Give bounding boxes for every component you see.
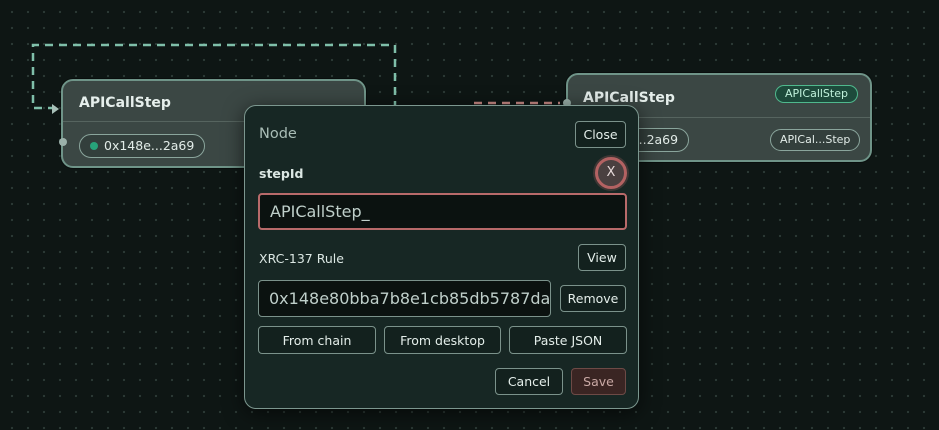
clear-step-id-button[interactable]: X (595, 157, 627, 189)
node-type-badge: APICallStep (775, 85, 858, 103)
node-title: APICallStep (79, 95, 171, 111)
rule-label: XRC-137 Rule (259, 251, 344, 266)
input-arrow-icon (52, 104, 59, 114)
close-button[interactable]: Close (575, 121, 626, 148)
remove-button[interactable]: Remove (560, 285, 626, 312)
save-button[interactable]: Save (571, 368, 626, 395)
address-text: 0x148e...2a69 (104, 138, 195, 153)
step-id-label: stepId (259, 166, 304, 181)
dialog-title: Node (259, 126, 297, 142)
type-pill[interactable]: APICal...Step (770, 129, 861, 151)
from-chain-button[interactable]: From chain (258, 326, 376, 354)
status-dot-icon (90, 142, 98, 150)
node-title: APICallStep (583, 90, 675, 106)
step-id-input[interactable]: APICallStep_ (258, 193, 627, 230)
from-desktop-button[interactable]: From desktop (384, 326, 501, 354)
view-button[interactable]: View (578, 244, 626, 271)
paste-json-button[interactable]: Paste JSON (509, 326, 627, 354)
cancel-button[interactable]: Cancel (495, 368, 563, 395)
output-handle[interactable] (59, 138, 67, 146)
rule-address-input[interactable]: 0x148e80bba7b8e1cb85db5787da0 (258, 280, 551, 317)
address-pill[interactable]: 0x148e...2a69 (79, 134, 206, 158)
node-edit-dialog: Node Close stepId X APICallStep_ XRC-137… (244, 105, 639, 409)
